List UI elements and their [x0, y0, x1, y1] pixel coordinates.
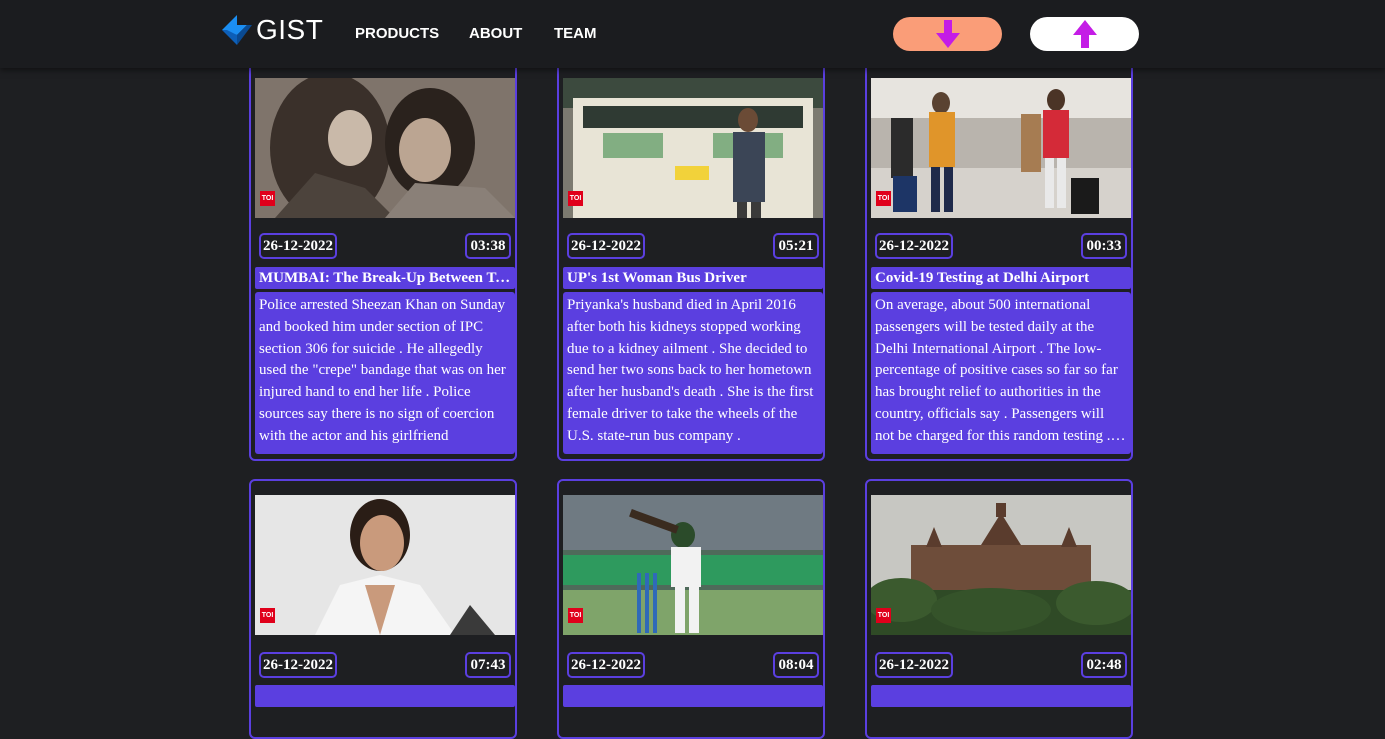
couple-photo: [255, 78, 515, 218]
toi-badge: TOI: [568, 191, 583, 206]
arrow-up-icon: [1072, 20, 1097, 48]
news-title[interactable]: Covid-19 Testing at Delhi Airport: [871, 267, 1131, 289]
time-badge: 08:04: [773, 652, 819, 678]
date-badge: 26-12-2022: [259, 233, 337, 259]
toi-badge: TOI: [568, 608, 583, 623]
portrait-photo: [255, 495, 515, 635]
news-description: On average, about 500 international pass…: [871, 292, 1131, 454]
building-photo: [871, 495, 1131, 635]
news-card[interactable]: TOI 26-12-2022 00:33 Covid-19 Testing at…: [865, 40, 1133, 461]
news-description-text: Priyanka's husband died in April 2016 af…: [567, 297, 814, 444]
nav-team[interactable]: TEAM: [554, 25, 597, 42]
news-description: Police arrested Sheezan Khan on Sunday a…: [255, 292, 515, 454]
gist-logo[interactable]: GIST: [220, 12, 323, 48]
time-badge: 03:38: [465, 233, 511, 259]
nav-products[interactable]: PRODUCTS: [355, 25, 439, 42]
gist-logo-icon: [222, 15, 252, 45]
news-thumbnail[interactable]: TOI: [563, 78, 823, 218]
airport-photo: [871, 78, 1131, 218]
news-description: Priyanka's husband died in April 2016 af…: [563, 292, 823, 454]
news-thumbnail[interactable]: TOI: [871, 78, 1131, 218]
news-card[interactable]: TOI 26-12-2022 02:48: [865, 479, 1133, 739]
time-badge: 02:48: [1081, 652, 1127, 678]
date-badge: 26-12-2022: [259, 652, 337, 678]
date-badge: 26-12-2022: [567, 652, 645, 678]
toi-badge: TOI: [260, 608, 275, 623]
news-title[interactable]: MUMBAI: The Break-Up Between Tunisha Sha…: [255, 267, 515, 289]
nav-about[interactable]: ABOUT: [469, 25, 522, 42]
news-thumbnail[interactable]: TOI: [255, 78, 515, 218]
time-badge: 00:33: [1081, 233, 1127, 259]
news-card[interactable]: TOI 26-12-2022 03:38 MUMBAI: The Break-U…: [249, 40, 517, 461]
news-thumbnail[interactable]: TOI: [871, 495, 1131, 635]
toi-badge: TOI: [876, 191, 891, 206]
news-card[interactable]: TOI 26-12-2022 05:21 UP's 1st Woman Bus …: [557, 40, 825, 461]
news-title[interactable]: [255, 685, 515, 707]
navbar: GIST PRODUCTS ABOUT TEAM: [0, 0, 1385, 68]
scroll-up-button[interactable]: [1030, 17, 1139, 51]
date-badge: 26-12-2022: [875, 652, 953, 678]
toi-badge: TOI: [876, 608, 891, 623]
news-thumbnail[interactable]: TOI: [255, 495, 515, 635]
bus-driver-photo: [563, 78, 823, 218]
news-description-text: On average, about 500 international pass…: [875, 297, 1118, 444]
news-card[interactable]: TOI 26-12-2022 07:43: [249, 479, 517, 739]
news-card[interactable]: TOI 26-12-2022 08:04: [557, 479, 825, 739]
date-badge: 26-12-2022: [567, 233, 645, 259]
news-title[interactable]: [871, 685, 1131, 707]
news-title[interactable]: UP's 1st Woman Bus Driver: [563, 267, 823, 289]
news-thumbnail[interactable]: TOI: [563, 495, 823, 635]
brand-name: GIST: [256, 14, 324, 45]
time-badge: 05:21: [773, 233, 819, 259]
cricket-photo: [563, 495, 823, 635]
scroll-down-button[interactable]: [893, 17, 1002, 51]
news-title[interactable]: [563, 685, 823, 707]
arrow-down-icon: [935, 20, 960, 48]
date-badge: 26-12-2022: [875, 233, 953, 259]
time-badge: 07:43: [465, 652, 511, 678]
news-description-text: Police arrested Sheezan Khan on Sunday a…: [259, 297, 506, 444]
toi-badge: TOI: [260, 191, 275, 206]
